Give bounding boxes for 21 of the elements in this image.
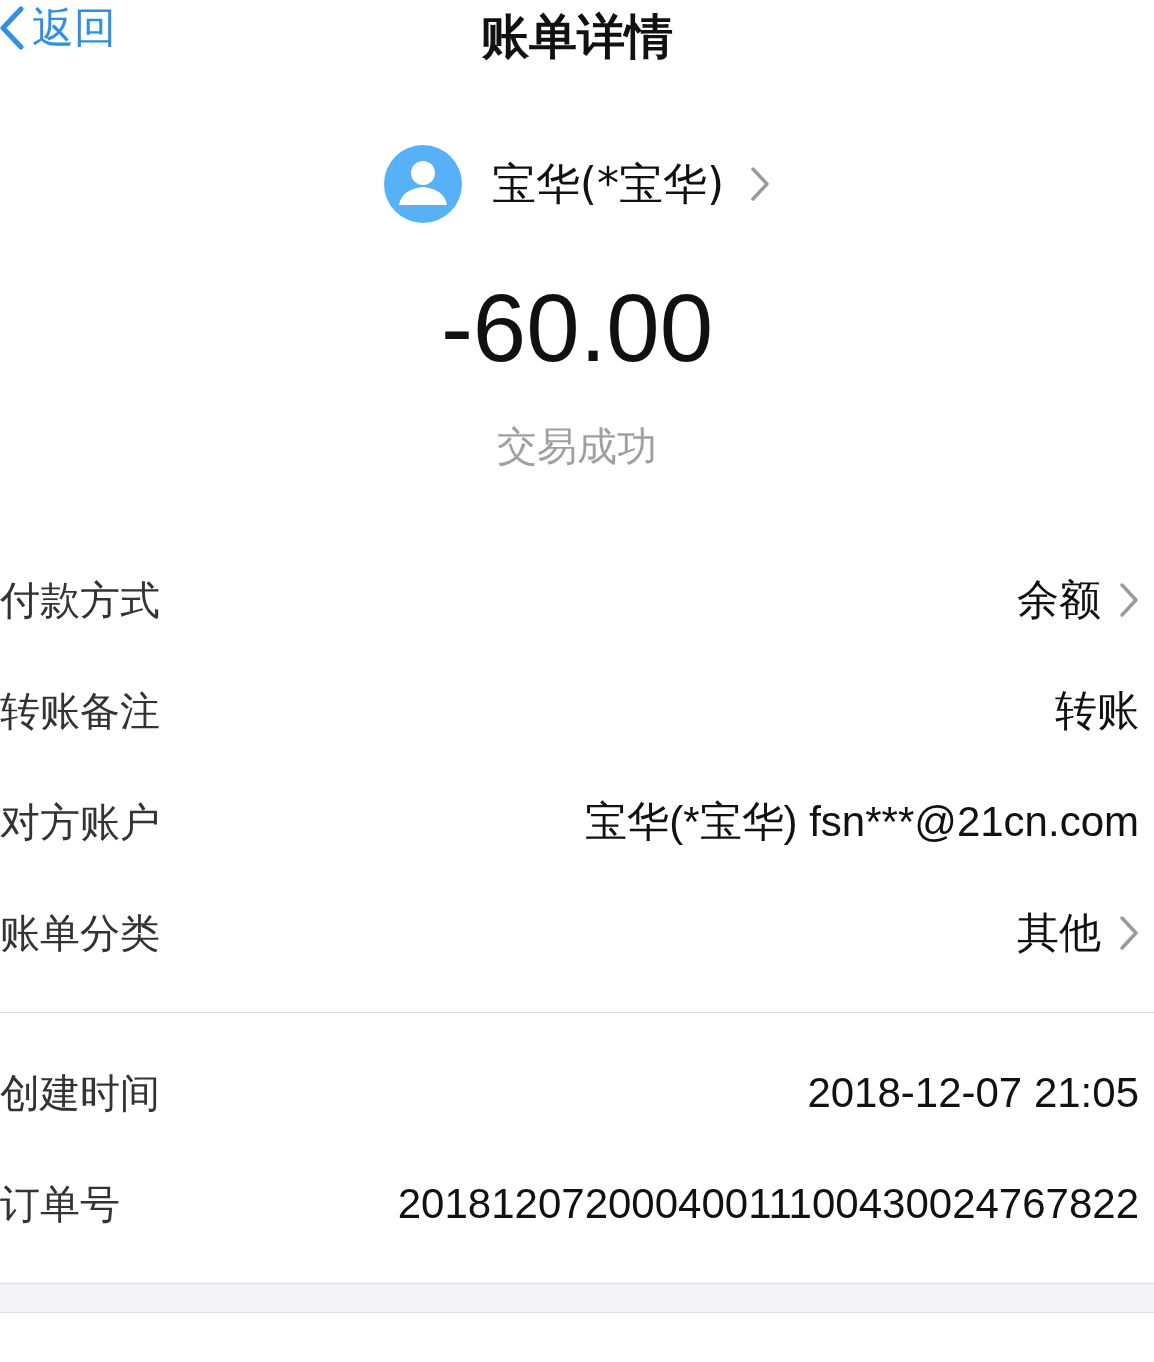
- avatar-icon: [383, 145, 462, 223]
- amount: -60.00: [440, 280, 714, 376]
- field-value: 20181207200040011100430024767822: [397, 1179, 1139, 1229]
- transaction-status: 交易成功: [497, 426, 657, 466]
- field-label: 付款方式: [0, 575, 160, 625]
- field-label: 订单号: [0, 1179, 120, 1229]
- field-value: 转账: [1055, 686, 1139, 736]
- page-title: 账单详情: [481, 12, 673, 60]
- chevron-right-icon: [1119, 581, 1139, 618]
- back-chevron-icon: [0, 6, 24, 50]
- chevron-right-icon: [1119, 914, 1139, 951]
- payee-name[interactable]: 宝华(*宝华): [491, 162, 725, 206]
- field-label: 账单分类: [0, 908, 160, 958]
- chevron-right-icon: [750, 166, 771, 202]
- field-label: 转账备注: [0, 686, 160, 736]
- field-label: 创建时间: [0, 1068, 160, 1118]
- field-value[interactable]: 余额: [1017, 568, 1101, 631]
- field-value: 宝华(*宝华) fsn***@21cn.com: [585, 797, 1139, 847]
- field-value: 2018-12-07 21:05: [807, 1068, 1139, 1118]
- field-value[interactable]: 其他: [1017, 901, 1101, 964]
- field-label: 对方账户: [0, 797, 160, 847]
